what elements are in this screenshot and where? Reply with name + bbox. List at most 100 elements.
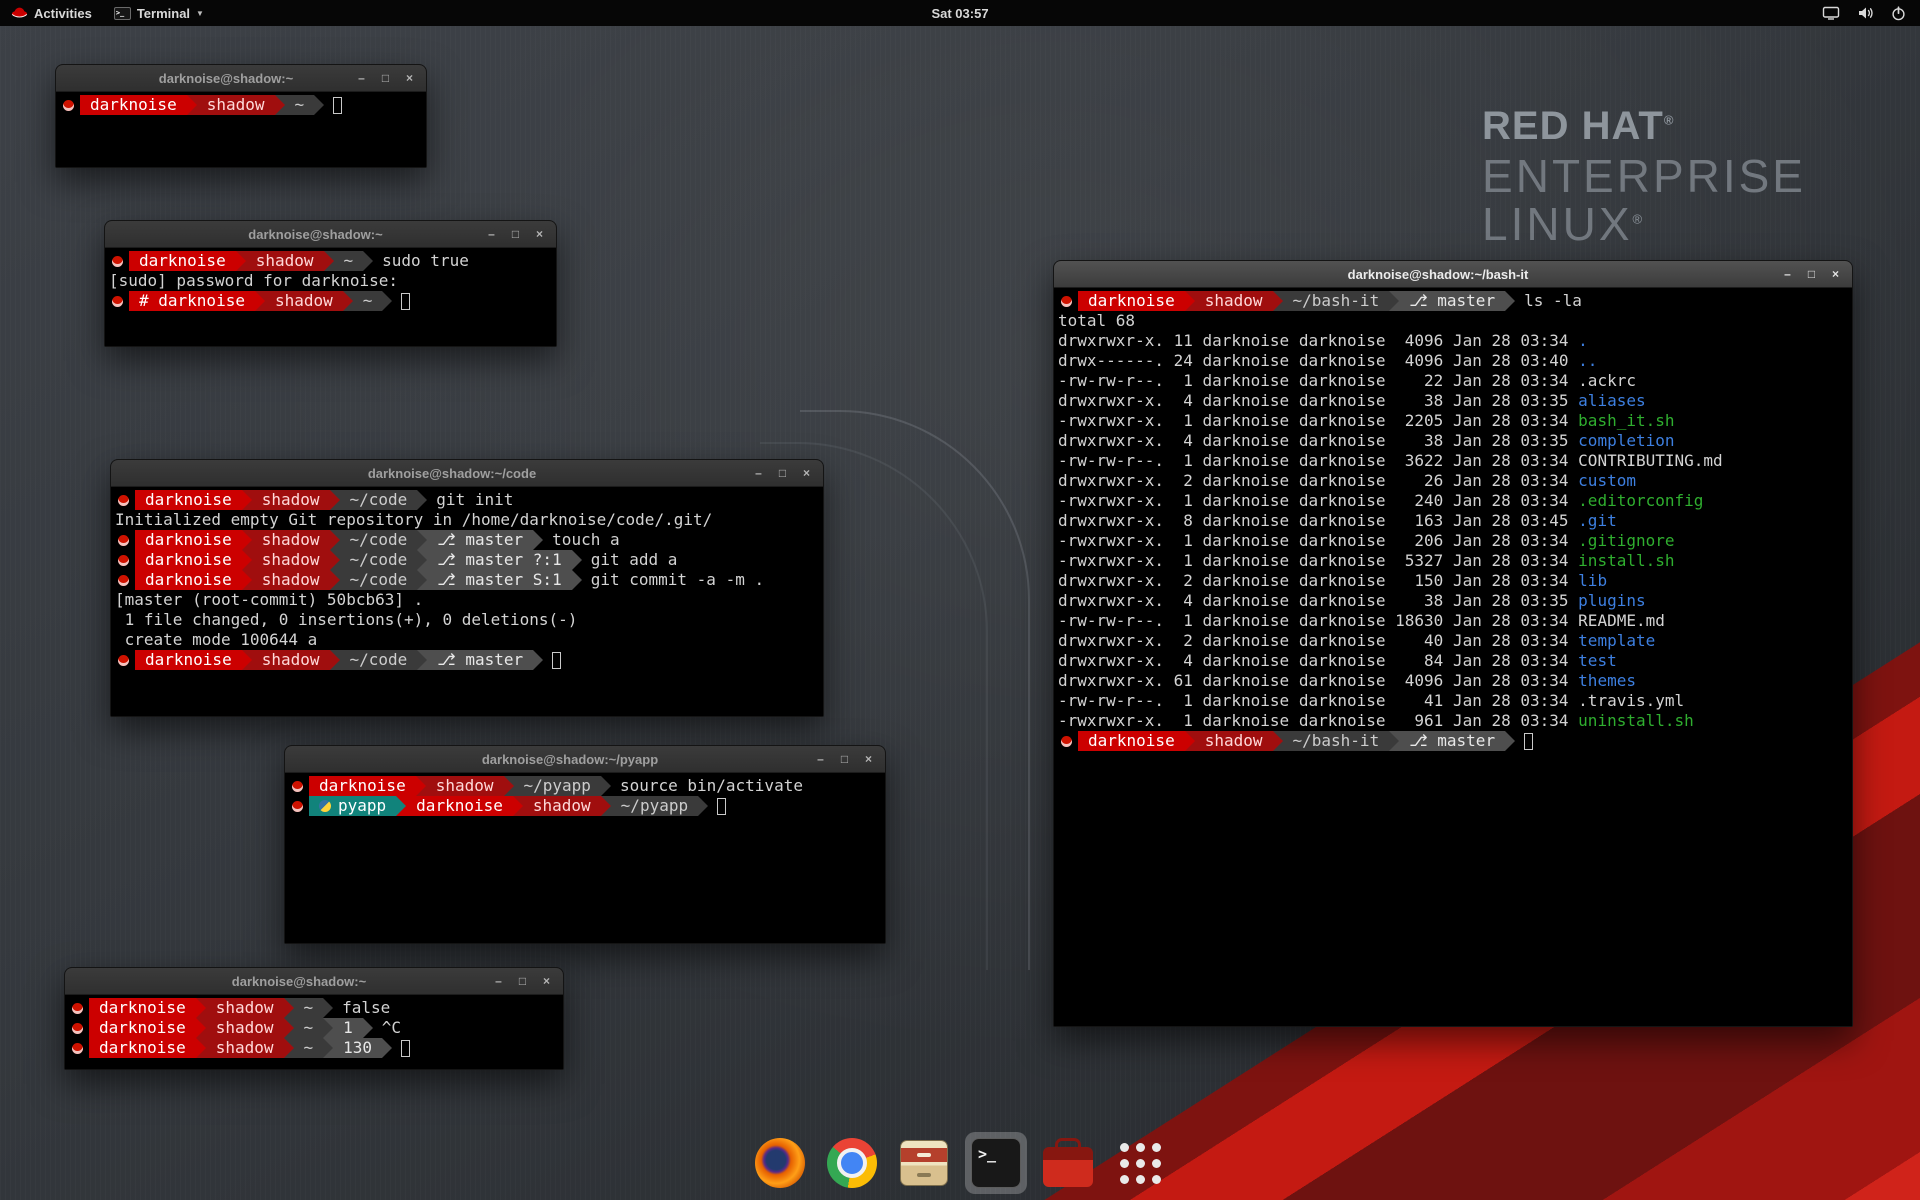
terminal-line: -rw-rw-r--. 1 darknoise darknoise 41 Jan… <box>1058 691 1852 711</box>
chevron-down-icon: ▼ <box>196 9 204 18</box>
terminal-line: -rw-rw-r--. 1 darknoise darknoise 3622 J… <box>1058 451 1852 471</box>
file-name: .editorconfig <box>1578 491 1703 511</box>
window-titlebar[interactable]: darknoise@shadow:~/bash-it–□× <box>1054 261 1852 288</box>
prompt-segment-host: shadow <box>1195 731 1273 751</box>
minimize-button[interactable]: – <box>355 72 368 85</box>
powerline-arrow <box>382 291 392 311</box>
close-button[interactable]: × <box>1829 268 1842 281</box>
terminal-content[interactable]: darknoiseshadow~/pyappsource bin/activat… <box>285 773 885 943</box>
prompt-segment-git: ⎇ master S:1 <box>427 570 571 590</box>
maximize-button[interactable]: □ <box>1805 268 1818 281</box>
terminal-window-exit-codes[interactable]: darknoise@shadow:~–□×darknoiseshadow~fal… <box>64 967 564 1070</box>
powerline-arrow <box>533 530 543 550</box>
power-icon[interactable] <box>1891 6 1906 21</box>
file-name: themes <box>1578 671 1636 691</box>
window-controls: –□ × <box>814 753 875 766</box>
app-menu[interactable]: >_ Terminal ▼ <box>103 0 215 26</box>
terminal-window-sudo[interactable]: darknoise@shadow:~–□×darknoiseshadow~sud… <box>104 220 557 347</box>
powerline-arrow <box>242 550 252 570</box>
terminal-content[interactable]: darknoiseshadow~/codegit initInitialized… <box>111 487 823 716</box>
powerline-arrow <box>284 998 294 1018</box>
terminal-line: darknoiseshadow~/code⎇ master <box>115 650 823 670</box>
prompt-segment-host: shadow <box>246 251 324 271</box>
maximize-button[interactable]: □ <box>516 975 529 988</box>
output-text: -rw-rw-r--. 1 darknoise darknoise 3622 J… <box>1058 451 1578 471</box>
terminal-cursor <box>552 652 561 669</box>
window-titlebar[interactable]: darknoise@shadow:~/code–□× <box>111 460 823 487</box>
redhat-prompt-icon <box>72 1023 83 1034</box>
powerline-arrow <box>196 1038 206 1058</box>
dock-item-files[interactable] <box>893 1132 955 1194</box>
terminal-line: -rwxrwxr-x. 1 darknoise darknoise 206 Ja… <box>1058 531 1852 551</box>
prompt-segment-user: darknoise <box>135 550 242 570</box>
powerline-arrow <box>330 490 340 510</box>
terminal-line: drwxrwxr-x. 2 darknoise darknoise 26 Jan… <box>1058 471 1852 491</box>
firefox-icon <box>755 1138 805 1188</box>
dock-item-firefox[interactable] <box>749 1132 811 1194</box>
terminal-window-home-1[interactable]: darknoise@shadow:~–□×darknoiseshadow~ <box>55 64 427 168</box>
window-titlebar[interactable]: darknoise@shadow:~–□× <box>105 221 556 248</box>
clock[interactable]: Sat 03:57 <box>921 0 998 26</box>
dock: >_ <box>749 1132 1171 1194</box>
close-button[interactable]: × <box>540 975 553 988</box>
minimize-button[interactable]: – <box>485 228 498 241</box>
window-titlebar[interactable]: darknoise@shadow:~–□× <box>56 65 426 92</box>
prompt-segment-path: ~/code <box>340 530 418 550</box>
grid-dot <box>1152 1143 1161 1152</box>
minimize-button[interactable]: – <box>1781 268 1794 281</box>
minimize-button[interactable]: – <box>492 975 505 988</box>
powerline-arrow <box>533 650 543 670</box>
prompt-segment-host: shadow <box>206 998 284 1018</box>
close-button[interactable]: × <box>862 753 875 766</box>
output-text: Initialized empty Git repository in /hom… <box>115 510 712 530</box>
terminal-cursor <box>401 1040 410 1057</box>
file-name: uninstall.sh <box>1578 711 1694 731</box>
output-text: -rw-rw-r--. 1 darknoise darknoise 22 Jan… <box>1058 371 1578 391</box>
close-button[interactable]: × <box>403 72 416 85</box>
prompt-segment-path: ~ <box>294 998 324 1018</box>
maximize-button[interactable]: □ <box>838 753 851 766</box>
prompt-segment-user: darknoise <box>1078 731 1185 751</box>
maximize-button[interactable]: □ <box>379 72 392 85</box>
prompt-segment-host: shadow <box>265 291 343 311</box>
terminal-window-code[interactable]: darknoise@shadow:~/code–□×darknoiseshado… <box>110 459 824 717</box>
terminal-content[interactable]: darknoiseshadow~falsedarknoiseshadow~1^C… <box>65 995 563 1069</box>
terminal-line: pyappdarknoiseshadow~/pyapp <box>289 796 885 816</box>
window-titlebar[interactable]: darknoise@shadow:~–□× <box>65 968 563 995</box>
output-text: drwxrwxr-x. 4 darknoise darknoise 38 Jan… <box>1058 431 1578 451</box>
minimize-button[interactable]: – <box>814 753 827 766</box>
activities-button[interactable]: Activities <box>0 0 103 26</box>
maximize-button[interactable]: □ <box>776 467 789 480</box>
terminal-line: -rwxrwxr-x. 1 darknoise darknoise 5327 J… <box>1058 551 1852 571</box>
output-text: drwxrwxr-x. 2 darknoise darknoise 40 Jan… <box>1058 631 1578 651</box>
terminal-content[interactable]: darknoiseshadow~sudo true[sudo] password… <box>105 248 556 346</box>
terminal-content[interactable]: darknoiseshadow~ <box>56 92 426 167</box>
powerline-arrow <box>504 776 514 796</box>
maximize-button[interactable]: □ <box>509 228 522 241</box>
files-icon <box>900 1140 948 1186</box>
dock-item-app-grid[interactable] <box>1109 1132 1171 1194</box>
prompt-segment-path: ~/bash-it <box>1283 291 1390 311</box>
volume-icon[interactable] <box>1857 6 1874 20</box>
minimize-button[interactable]: – <box>752 467 765 480</box>
grid-dot <box>1152 1159 1161 1168</box>
terminal-line: drwxrwxr-x. 61 darknoise darknoise 4096 … <box>1058 671 1852 691</box>
dock-item-toolbox[interactable] <box>1037 1132 1099 1194</box>
dock-item-chrome[interactable] <box>821 1132 883 1194</box>
close-button[interactable]: × <box>533 228 546 241</box>
window-titlebar[interactable]: darknoise@shadow:~/pyapp–□× <box>285 746 885 773</box>
terminal-line: darknoiseshadow~/bash-it⎇ masterls -la <box>1058 291 1852 311</box>
close-button[interactable]: × <box>800 467 813 480</box>
terminal-line: drwxrwxr-x. 2 darknoise darknoise 40 Jan… <box>1058 631 1852 651</box>
dock-item-terminal[interactable]: >_ <box>965 1132 1027 1194</box>
screen-icon[interactable] <box>1822 6 1840 20</box>
terminal-window-bash-it[interactable]: darknoise@shadow:~/bash-it–□×darknoisesh… <box>1053 260 1853 1027</box>
terminal-content[interactable]: darknoiseshadow~/bash-it⎇ masterls -lato… <box>1054 288 1852 1026</box>
powerline-arrow <box>343 291 353 311</box>
terminal-window-pyapp[interactable]: darknoise@shadow:~/pyapp–□×darknoiseshad… <box>284 745 886 944</box>
prompt-segment-status: 130 <box>333 1038 382 1058</box>
terminal-line: drwx------. 24 darknoise darknoise 4096 … <box>1058 351 1852 371</box>
prompt-segment-path: ~/code <box>340 490 418 510</box>
terminal-line: darknoiseshadow~130 <box>69 1038 563 1058</box>
file-name: bash_it.sh <box>1578 411 1674 431</box>
